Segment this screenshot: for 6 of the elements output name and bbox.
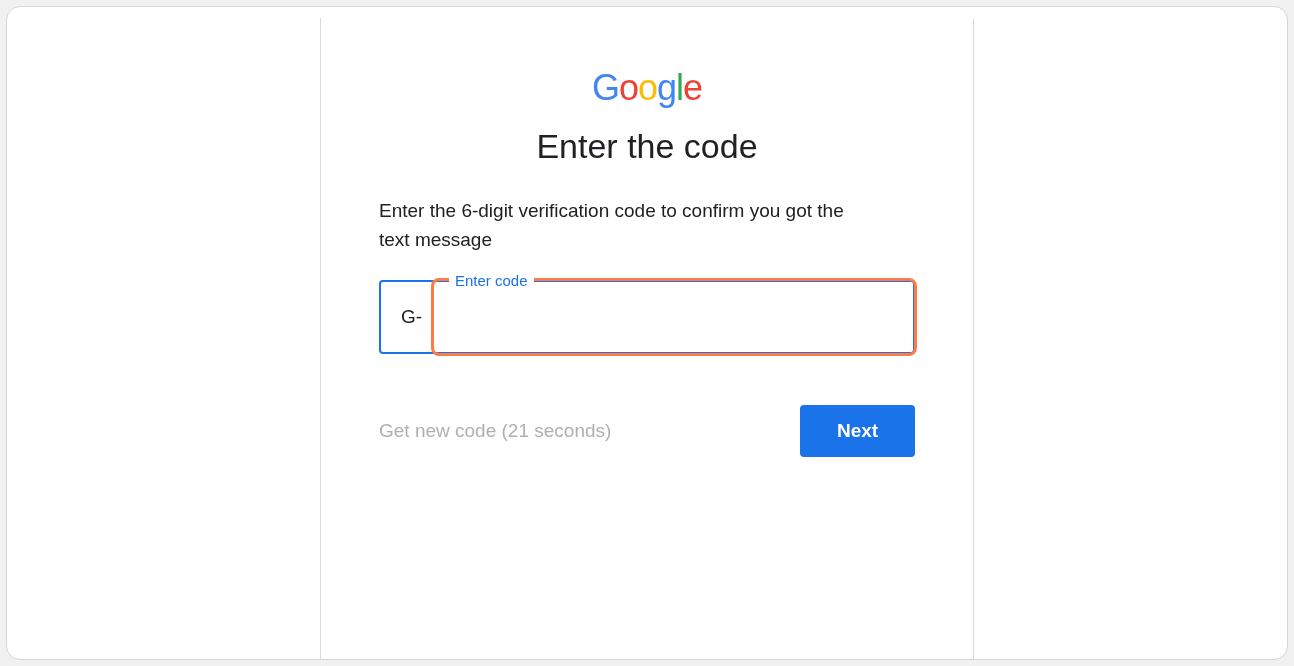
logo: Google xyxy=(591,68,703,108)
field-label: Enter code xyxy=(449,273,534,288)
code-prefix: G- xyxy=(401,304,423,329)
page-title: Enter the code xyxy=(536,126,758,166)
next-button[interactable]: Next xyxy=(800,405,915,457)
description: Enter the 6-digit verification code to confirm you got the text message xyxy=(379,199,845,252)
